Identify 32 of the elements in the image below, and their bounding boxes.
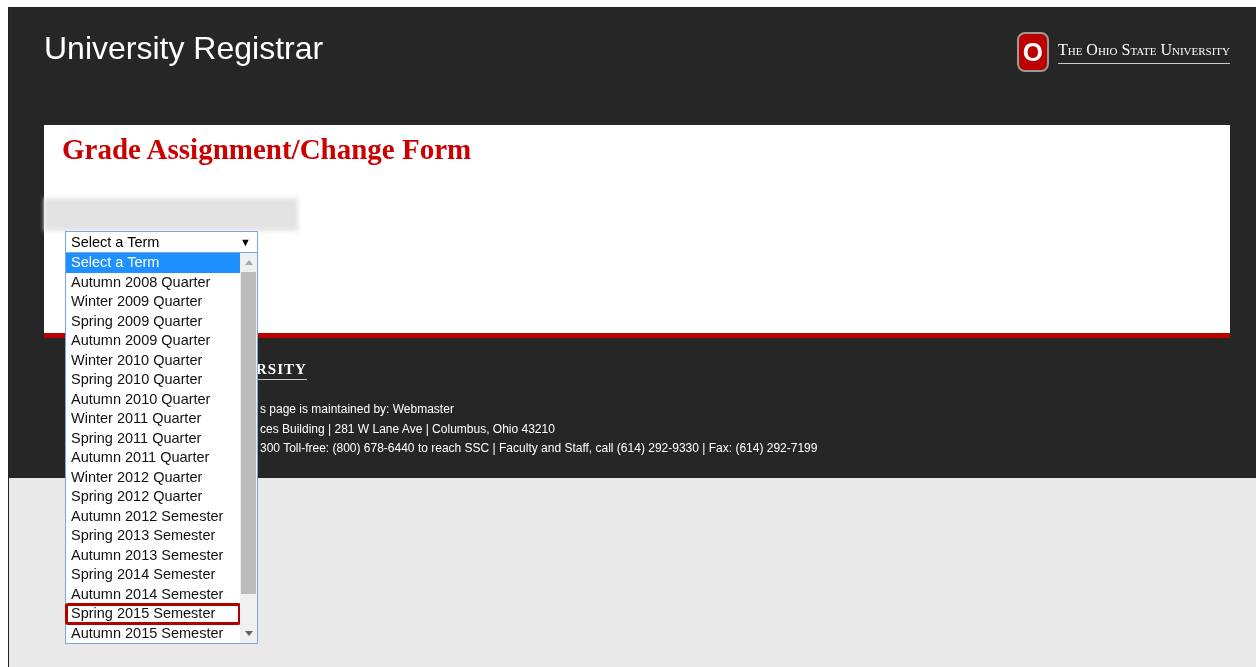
term-option[interactable]: Winter 2011 Quarter [66,409,240,429]
term-option[interactable]: Autumn 2011 Quarter [66,448,240,468]
term-option[interactable]: Autumn 2014 Semester [66,584,240,604]
form-title: Grade Assignment/Change Form [62,133,473,166]
term-option[interactable]: Autumn 2015 Semester [66,623,240,643]
footer-text: 300 Toll-free: (800) 678-6440 to reach SSC | Faculty and Staff, call (614) 292-9330 | Fax: (614) 292-7199 [260,440,819,457]
term-option[interactable]: Spring 2015 Semester [66,604,240,624]
term-option[interactable]: Spring 2012 Quarter [66,487,240,507]
term-option[interactable]: Winter 2012 Quarter [66,467,240,487]
term-option[interactable]: Winter 2010 Quarter [66,350,240,370]
term-option[interactable]: Spring 2011 Quarter [66,428,240,448]
term-option[interactable]: Spring 2010 Quarter [66,370,240,390]
university-name[interactable]: The Ohio State University [1057,40,1230,64]
scroll-up-icon[interactable] [244,260,253,265]
term-option[interactable]: Autumn 2009 Quarter [66,331,240,351]
term-option[interactable]: Winter 2009 Quarter [66,292,240,312]
scroll-down-icon[interactable] [244,631,253,636]
footer-text: ces Building | 281 W Lane Ave | Columbus, Ohio 43210 [260,420,556,438]
term-option[interactable]: Autumn 2008 Quarter [66,272,240,292]
university-logo[interactable]: O [1016,32,1049,72]
term-option[interactable]: Spring 2009 Quarter [66,311,240,331]
scrollbar-thumb[interactable] [241,272,256,594]
term-select[interactable]: Select a Term ▼ [65,231,258,253]
term-option[interactable]: Spring 2014 Semester [66,565,240,585]
scrollbar[interactable] [240,253,257,643]
term-option[interactable]: Autumn 2013 Semester [66,545,240,565]
footer-logo-text[interactable]: RSITY [256,361,307,380]
term-option[interactable]: Autumn 2010 Quarter [66,389,240,409]
term-option[interactable]: Autumn 2012 Semester [66,506,240,526]
site-title[interactable]: University Registrar [44,30,324,67]
footer-text: s page is maintained by: Webmaster [260,401,455,418]
term-option[interactable]: Spring 2013 Semester [66,526,240,546]
